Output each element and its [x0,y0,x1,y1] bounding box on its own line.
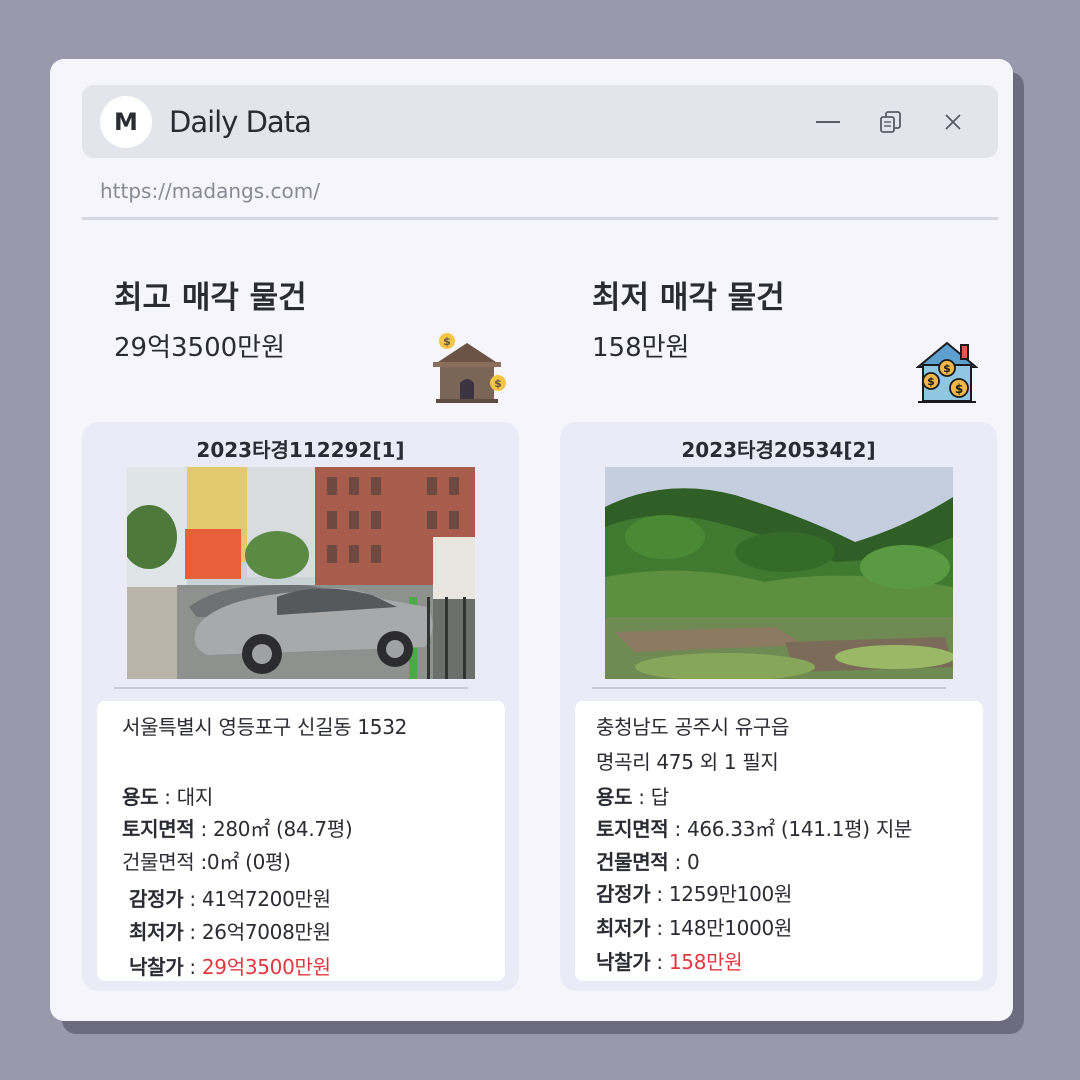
appraisal-row: 감정가 : 1259만100원 [596,878,792,907]
building-area-row: 건물면적 :0㎡ (0평) [122,846,291,875]
svg-text:$: $ [955,382,963,396]
appraisal-row: 감정가 : 41억7200만원 [129,883,331,912]
card-divider [114,687,468,689]
auction-card-1[interactable]: 2023타경112292[1] 서울특별시 영등포구 신길동 1532 용도:… [82,422,519,991]
svg-text:$: $ [494,377,502,390]
minimize-button[interactable] [798,97,860,147]
use-label: 용도 [122,785,159,809]
sold-price-label: 낙찰가 [129,955,184,979]
land-area-row: 토지면적 : 280㎡ (84.7평) [122,813,353,842]
building-area-label: 건물면적 [596,850,669,874]
building-area-row: 건물면적 : 0 [596,846,700,875]
min-price-label: 최저가 [129,920,184,944]
sold-price-sep: : [650,950,669,974]
close-button[interactable] [922,97,984,147]
min-price-label: 최저가 [596,916,651,940]
app-window: M Daily Data https://madangs.com/ 최고 매각 … [50,59,1013,1021]
parked-cars-street-photo [127,467,475,679]
address-line-1: 충청남도 공주시 유구읍 [596,715,790,739]
address-line-2: 명곡리 475 외 1 필지 [596,750,779,774]
appraisal-label: 감정가 [596,882,651,906]
case-number: 2023타경20534[2] [681,438,876,462]
appraisal-value: : 41억7200만원 [183,887,331,911]
card-divider [592,687,946,689]
sold-price-value: 29억3500만원 [201,955,331,979]
min-price-row: 최저가 : 26억7008만원 [129,916,331,945]
lowest-title: 최저 매각 물건 [592,280,785,316]
highest-price: 29억3500만원 [114,333,286,363]
use-label: 용도 [596,785,633,809]
sold-price-sep: : [183,955,202,979]
building-area-label: 건물면적 [122,850,195,874]
building-area-value: :0㎡ (0평) [194,850,291,874]
app-title: Daily Data [169,104,312,139]
window-controls [798,85,984,158]
url-text[interactable]: https://madangs.com/ [100,179,320,203]
min-price-value: : 26억7008만원 [183,920,331,944]
appraisal-value: : 1259만100원 [650,882,793,906]
use-value: : 답 [632,785,669,809]
land-area-label: 토지면적 [596,817,669,841]
case-number: 2023타경112292[1] [196,438,405,462]
svg-text:$: $ [943,362,951,375]
min-price-row: 최저가 : 148만1000원 [596,912,792,941]
url-divider [82,217,998,220]
highest-title: 최고 매각 물건 [114,280,307,316]
minimize-icon [816,120,840,123]
building-area-value: : 0 [668,850,700,874]
forest-hill-field-photo [605,467,953,679]
house-coins-icon: $ $ $ [916,341,978,403]
lowest-price: 158만원 [592,333,690,363]
use-row: 용도 : 대지 [122,781,213,810]
land-area-value: : 466.33㎡ (141.1평) 지분 [668,817,913,841]
land-area-row: 토지면적 : 466.33㎡ (141.1평) 지분 [596,813,912,842]
use-value: : 대지 [158,785,213,809]
copy-icon [880,110,901,133]
close-icon [945,113,961,130]
sold-price-label: 낙찰가 [596,950,651,974]
appraisal-label: 감정가 [129,887,184,911]
property-info: 충청남도 공주시 유구읍 명곡리 475 외 1 필지 용도 : 답 토지면적 … [575,701,983,981]
sold-price-value: 158만원 [668,950,743,974]
use-row: 용도 : 답 [596,781,669,810]
house-money-icon: $ $ [433,333,506,403]
title-bar: M Daily Data [82,85,998,158]
address-line-1: 서울특별시 영등포구 신길동 1532 [122,715,408,739]
sold-price-row: 낙찰가 : 29억3500만원 [129,951,331,980]
app-logo: M [100,95,152,148]
auction-card-2[interactable]: 2023타경20534[2] 충청남도 공주시 유구읍 명곡리 475 외 1 … [560,422,997,991]
property-info: 서울특별시 영등포구 신길동 1532 용도 : 대지 토지면적 : 280㎡ … [97,701,505,981]
svg-text:$: $ [443,335,451,348]
svg-text:$: $ [927,375,935,388]
min-price-value: : 148만1000원 [650,916,793,940]
land-area-label: 토지면적 [122,817,195,841]
land-area-value: : 280㎡ (84.7평) [194,817,353,841]
copy-button[interactable] [860,97,922,147]
sold-price-row: 낙찰가 : 158만원 [596,946,743,975]
